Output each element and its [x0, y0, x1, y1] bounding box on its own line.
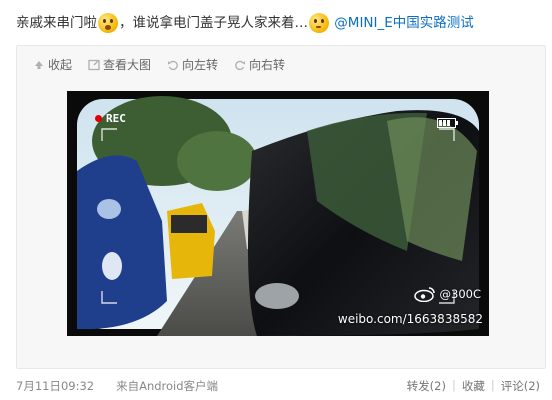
watermark-handle: @300C: [439, 287, 481, 301]
post-meta: 7月11日09:32 来自Android客户端: [16, 378, 218, 394]
mention-link[interactable]: @MINI_E中国实路测试: [334, 15, 474, 31]
post-photo[interactable]: REC @300C weibo.com/1663838582: [67, 91, 489, 336]
view-large-label: 查看大图: [103, 58, 152, 72]
rotate-right-icon: [235, 60, 246, 71]
favorite-button[interactable]: 收藏: [462, 378, 485, 394]
post-text: 亲戚来串门啦 ，谁说拿电门盖子晃人家来着… @MINI_E中国实路测试: [16, 12, 546, 36]
post-time[interactable]: 7月11日09:32: [16, 378, 94, 394]
rotate-right-label: 向右转: [249, 58, 286, 72]
surprised-emoji-icon: [98, 13, 118, 33]
weibo-watermark: @300C: [413, 286, 481, 302]
view-large-button[interactable]: 查看大图: [88, 56, 151, 74]
rotate-right-button[interactable]: 向右转: [234, 56, 285, 74]
rotate-left-label: 向左转: [182, 58, 219, 72]
post-source: 来自Android客户端: [116, 379, 219, 393]
collapse-button[interactable]: 收起: [33, 56, 72, 74]
post-text-part1: 亲戚来串门啦: [16, 15, 97, 31]
battery-icon: [437, 113, 459, 132]
divider: |: [451, 378, 456, 392]
view-large-icon: [88, 59, 100, 71]
collapse-icon: [35, 61, 43, 69]
rec-indicator: REC: [95, 112, 126, 125]
collapse-label: 收起: [48, 58, 73, 72]
post-actions: 转发(2) | 收藏 | 评论(2): [407, 378, 540, 394]
comment-button[interactable]: 评论(2): [501, 378, 540, 394]
image-toolbar: 收起 查看大图 向左转 向右转: [33, 56, 285, 74]
divider: |: [490, 378, 495, 392]
rotate-left-button[interactable]: 向左转: [167, 56, 218, 74]
rec-dot-icon: [95, 115, 102, 122]
watermark-url: weibo.com/1663838582: [337, 312, 483, 326]
repost-button[interactable]: 转发(2): [407, 378, 446, 394]
rotate-left-icon: [168, 60, 178, 71]
weibo-logo-icon: [413, 287, 435, 302]
media-box: 收起 查看大图 向左转 向右转 REC @300C weibo.com/1663…: [16, 45, 546, 369]
rec-label: REC: [106, 112, 126, 125]
post-text-part2: ，谁说拿电门盖子晃人家来着…: [119, 15, 308, 31]
thinking-emoji-icon: [309, 13, 329, 33]
